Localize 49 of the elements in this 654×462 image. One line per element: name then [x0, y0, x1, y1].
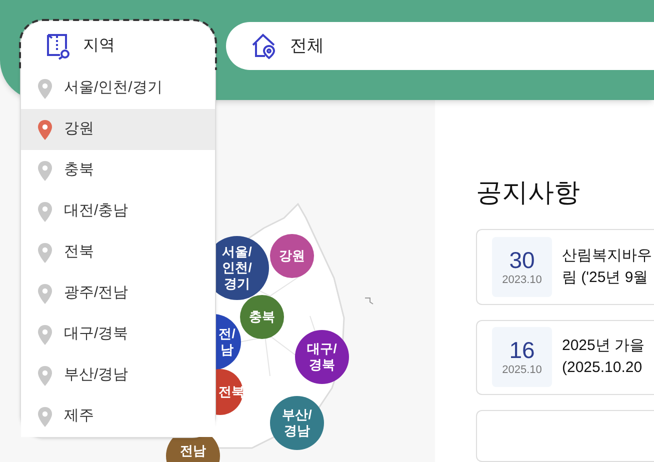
- notice-text: 림 ('25년 9월: [562, 268, 650, 288]
- date-month: 2025.10: [502, 363, 542, 378]
- map-pin-icon: [38, 366, 52, 386]
- map-pin-icon: [38, 78, 52, 98]
- region-label: 경남: [284, 423, 310, 439]
- map-pin-icon: [38, 406, 52, 426]
- map-pin-icon: [38, 160, 52, 180]
- region-label: 강원: [279, 248, 305, 264]
- map-pin-icon: [38, 242, 52, 262]
- region-label: 남: [220, 342, 234, 358]
- region-label: 경기: [224, 276, 250, 292]
- map-search-icon: [45, 32, 71, 60]
- region-option[interactable]: 서울/인천/경기: [21, 68, 215, 109]
- map-pin-icon: [38, 202, 52, 222]
- location-select[interactable]: 전체: [226, 22, 654, 70]
- notice-card[interactable]: [476, 410, 654, 462]
- notice-title: 공지사항: [476, 176, 581, 209]
- region-label: 서울/: [222, 244, 252, 260]
- map-pin-icon: [38, 120, 52, 140]
- date-day: 30: [509, 246, 535, 273]
- region-option[interactable]: 대구/경북: [21, 314, 215, 355]
- notice-text: (2025.10.20: [562, 358, 644, 378]
- region-option[interactable]: 제주: [21, 396, 215, 437]
- region-select-label: 지역: [83, 36, 115, 56]
- date-day: 16: [509, 337, 535, 364]
- region-option[interactable]: 부산/경남: [21, 355, 215, 396]
- notice-card[interactable]: 30 2023.10 산림복지바우 림 ('25년 9월: [476, 229, 654, 305]
- notice-text: 산림복지바우: [562, 246, 652, 266]
- region-option[interactable]: 대전/충남: [21, 191, 215, 232]
- region-label: 전/: [218, 326, 236, 342]
- map-pin-icon: [38, 324, 52, 344]
- region-option[interactable]: 광주/전남: [21, 273, 215, 314]
- location-value: 전체: [290, 35, 324, 58]
- region-label: 경북: [309, 357, 335, 373]
- map-pin-icon: [38, 284, 52, 304]
- region-label: 부산/: [282, 407, 312, 423]
- region-label: 대구/: [307, 341, 337, 357]
- date-month: 2023.10: [502, 272, 542, 287]
- house-pin-icon: [250, 32, 278, 60]
- region-label: 전남: [180, 443, 206, 459]
- notice-card[interactable]: 16 2025.10 2025년 가을 (2025.10.20: [476, 320, 654, 396]
- region-label: 전북: [218, 384, 244, 400]
- region-marker[interactable]: 부산/ 경남: [270, 396, 324, 450]
- region-label: 인천/: [222, 260, 252, 276]
- notice-text: 2025년 가을: [562, 336, 645, 356]
- region-option[interactable]: 강원: [21, 109, 215, 150]
- region-label: 충북: [249, 309, 275, 325]
- region-option[interactable]: 전북: [21, 232, 215, 273]
- region-option[interactable]: 충북: [21, 150, 215, 191]
